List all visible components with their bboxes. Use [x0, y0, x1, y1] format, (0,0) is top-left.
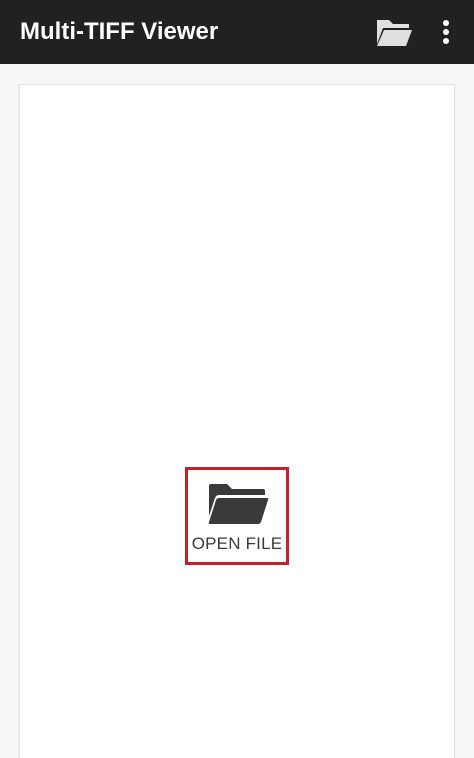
app-window: Multi-TIFF Viewer OPEN FILE	[0, 0, 474, 758]
more-vert-icon	[443, 20, 449, 44]
folder-icon	[208, 484, 269, 524]
app-title: Multi-TIFF Viewer	[20, 18, 219, 45]
toolbar-open-folder-button[interactable]	[374, 14, 414, 50]
content-card: OPEN FILE	[19, 84, 455, 758]
overflow-menu-button[interactable]	[434, 14, 458, 50]
app-toolbar: Multi-TIFF Viewer	[0, 0, 474, 64]
folder-icon	[377, 20, 412, 46]
open-file-button[interactable]: OPEN FILE	[185, 467, 289, 565]
open-file-label: OPEN FILE	[191, 534, 283, 553]
